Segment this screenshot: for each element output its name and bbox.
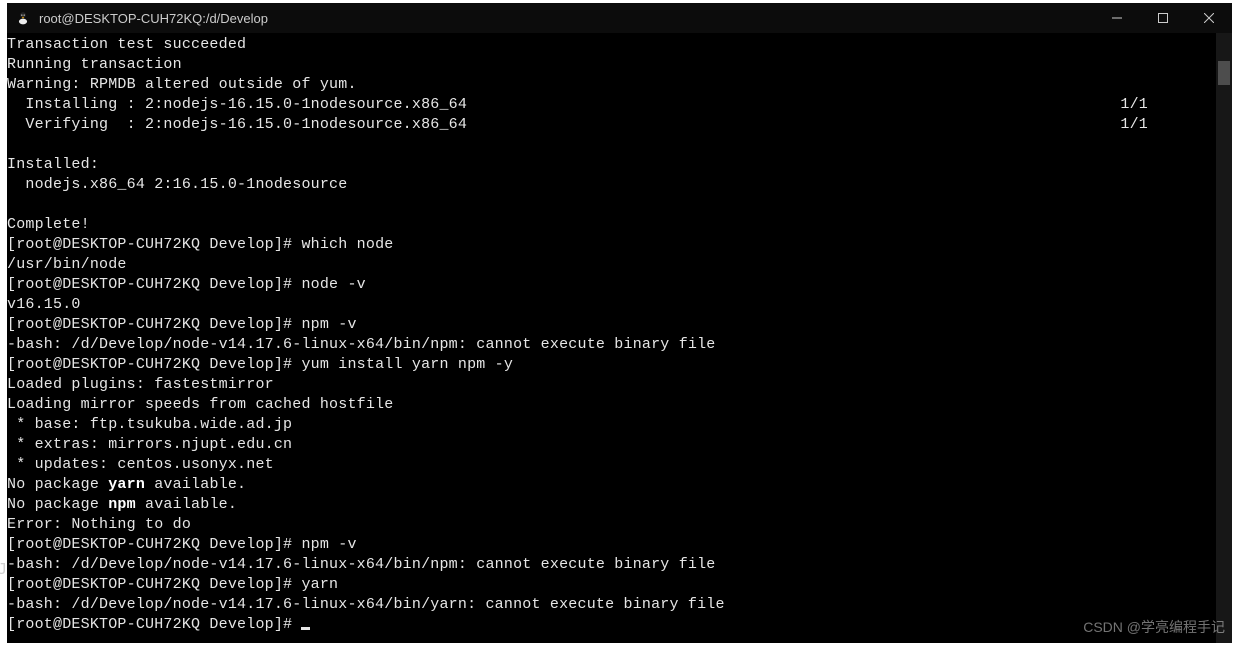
prompt: [root@DESKTOP-CUH72KQ Develop]# xyxy=(7,236,301,253)
out: -bash: /d/Develop/node-v14.17.6-linux-x6… xyxy=(7,596,725,613)
out: Warning: RPMDB altered outside of yum. xyxy=(7,76,357,93)
out: Installed: xyxy=(7,156,99,173)
scrollbar[interactable] xyxy=(1216,33,1232,643)
cmd: npm -v xyxy=(301,316,356,333)
cmd: which node xyxy=(301,236,393,253)
prompt: [root@DESKTOP-CUH72KQ Develop]# xyxy=(7,576,301,593)
pkg-yarn: yarn xyxy=(108,476,145,493)
cursor-icon xyxy=(301,627,310,630)
cmd: yarn xyxy=(301,576,338,593)
cmd: yum install yarn npm -y xyxy=(301,356,513,373)
out: Error: Nothing to do xyxy=(7,516,191,533)
window-title: root@DESKTOP-CUH72KQ:/d/Develop xyxy=(39,11,268,26)
out: Transaction test succeeded xyxy=(7,36,246,53)
out: Complete! xyxy=(7,216,90,233)
close-button[interactable] xyxy=(1186,3,1232,33)
out: Verifying : 2:nodejs-16.15.0-1nodesource… xyxy=(7,116,1148,133)
out: Loading mirror speeds from cached hostfi… xyxy=(7,396,393,413)
prompt: [root@DESKTOP-CUH72KQ Develop]# xyxy=(7,276,301,293)
prompt: [root@DESKTOP-CUH72KQ Develop]# xyxy=(7,356,301,373)
cmd: node -v xyxy=(301,276,365,293)
out: * base: ftp.tsukuba.wide.ad.jp xyxy=(7,416,292,433)
prompt: [root@DESKTOP-CUH72KQ Develop]# xyxy=(7,316,301,333)
out: /usr/bin/node xyxy=(7,256,127,273)
maximize-button[interactable] xyxy=(1140,3,1186,33)
terminal-window: root@DESKTOP-CUH72KQ:/d/Develop Transact… xyxy=(7,3,1232,643)
out: No package xyxy=(7,476,108,493)
out: -bash: /d/Develop/node-v14.17.6-linux-x6… xyxy=(7,556,716,573)
minimize-button[interactable] xyxy=(1094,3,1140,33)
out: -bash: /d/Develop/node-v14.17.6-linux-x6… xyxy=(7,336,716,353)
out: v16.15.0 xyxy=(7,296,81,313)
prompt: [root@DESKTOP-CUH72KQ Develop]# xyxy=(7,616,301,633)
out: Running transaction xyxy=(7,56,182,73)
scroll-thumb[interactable] xyxy=(1218,61,1230,85)
tux-icon xyxy=(15,10,31,26)
out: * updates: centos.usonyx.net xyxy=(7,456,274,473)
cmd: npm -v xyxy=(301,536,356,553)
out: Loaded plugins: fastestmirror xyxy=(7,376,274,393)
terminal-output[interactable]: Transaction test succeeded Running trans… xyxy=(7,33,1216,643)
out: available. xyxy=(136,496,237,513)
pkg-npm: npm xyxy=(108,496,136,513)
out: nodejs.x86_64 2:16.15.0-1nodesource xyxy=(7,176,347,193)
edge-fragment: J xyxy=(0,560,7,578)
out: available. xyxy=(145,476,246,493)
out: Installing : 2:nodejs-16.15.0-1nodesourc… xyxy=(7,96,1148,113)
out: No package xyxy=(7,496,108,513)
titlebar[interactable]: root@DESKTOP-CUH72KQ:/d/Develop xyxy=(7,3,1232,33)
out: * extras: mirrors.njupt.edu.cn xyxy=(7,436,292,453)
prompt: [root@DESKTOP-CUH72KQ Develop]# xyxy=(7,536,301,553)
